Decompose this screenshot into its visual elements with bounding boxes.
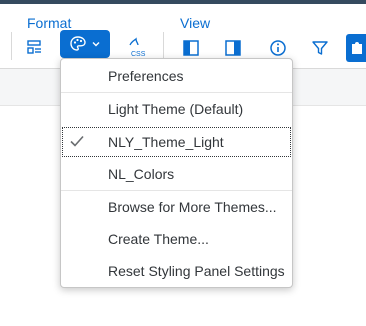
menu-item-preferences[interactable]: Preferences (61, 60, 292, 92)
left-panel-icon (183, 40, 199, 56)
menu-item-label: Preferences (108, 68, 184, 84)
checkmark-icon (70, 135, 84, 147)
menu-item-create-theme[interactable]: Create Theme... (61, 223, 292, 255)
menu-item-label: Create Theme... (108, 231, 209, 247)
format-group-label: Format (27, 15, 72, 31)
svg-text:CSS: CSS (131, 51, 146, 58)
filter-icon (312, 41, 328, 55)
menu-item-reset-styling[interactable]: Reset Styling Panel Settings (61, 255, 292, 287)
menu-item-browse-themes[interactable]: Browse for More Themes... (61, 191, 292, 223)
right-panel-icon (225, 40, 241, 56)
toolbar-divider (163, 32, 164, 60)
more-tools-button[interactable] (346, 34, 366, 62)
palette-icon (70, 36, 86, 51)
toolbar-divider (11, 32, 12, 60)
menu-item-label: Light Theme (Default) (108, 101, 244, 117)
theme-menu-button[interactable] (60, 30, 110, 58)
menu-item-label: NLY_Theme_Light (108, 134, 224, 150)
css-icon: CSS (129, 37, 146, 58)
menu-item-label: Reset Styling Panel Settings (108, 263, 285, 279)
menu-item-light-theme[interactable]: Light Theme (Default) (61, 93, 292, 125)
menu-item-nly-theme-light[interactable]: NLY_Theme_Light (61, 126, 292, 158)
filter-button[interactable] (307, 34, 333, 62)
info-icon (270, 40, 286, 56)
theme-dropdown-menu: Preferences Light Theme (Default) NLY_Th… (60, 58, 293, 288)
format-layout-button[interactable] (22, 34, 48, 62)
chevron-down-icon (92, 42, 100, 47)
view-group-label: View (180, 15, 211, 31)
menu-item-label: Browse for More Themes... (108, 199, 277, 215)
menu-item-nl-colors[interactable]: NL_Colors (61, 158, 292, 190)
menu-item-label: NL_Colors (108, 166, 175, 182)
puzzle-icon (352, 42, 362, 54)
layout-grid-icon (27, 40, 41, 54)
